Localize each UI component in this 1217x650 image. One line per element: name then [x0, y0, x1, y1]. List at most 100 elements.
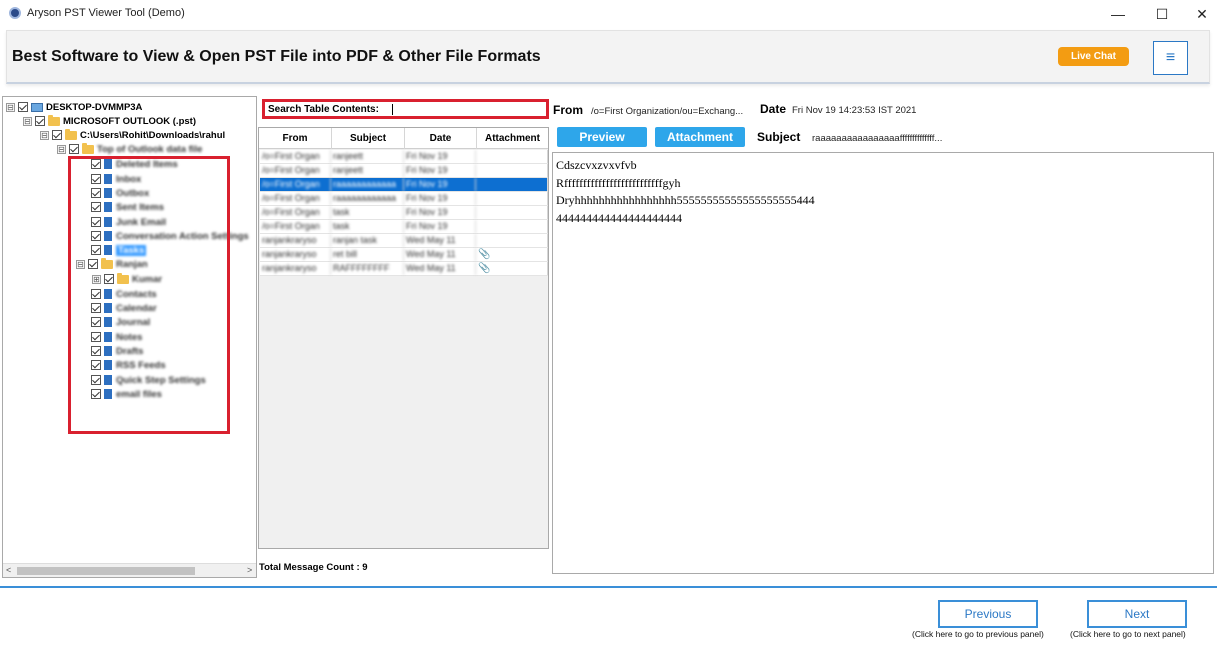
title-bar: Aryson PST Viewer Tool (Demo) — ☐ ✕ [0, 0, 1217, 28]
tree-item-desktop[interactable]: ⊟ DESKTOP-DVMMP3A [6, 100, 142, 114]
table-row[interactable]: /o=First Organ raaaaaaaaaaaa Fri Nov 19 [260, 192, 548, 206]
cell-attachment [476, 164, 548, 177]
cell-subject: task [331, 220, 404, 233]
cell-attachment [476, 178, 548, 191]
computer-icon [31, 102, 43, 112]
checkbox[interactable] [18, 102, 28, 112]
next-hint: (Click here to go to next panel) [1070, 629, 1186, 639]
column-header-attachment[interactable]: Attachment [477, 128, 548, 149]
cell-date: Wed May 11 [404, 248, 476, 261]
live-chat-button[interactable]: Live Chat [1058, 47, 1129, 66]
cell-date: Fri Nov 19 [404, 206, 476, 219]
from-label: From [553, 103, 583, 117]
checkbox[interactable] [69, 144, 79, 154]
checkbox[interactable] [35, 116, 45, 126]
tree-item-label: DESKTOP-DVMMP3A [46, 101, 143, 113]
body-line: Dryhhhhhhhhhhhhhhhhh55555555555555555555… [556, 193, 815, 207]
scroll-right-icon[interactable]: > [247, 565, 252, 575]
app-logo-icon [9, 7, 21, 19]
cell-from: /o=First Organ [260, 192, 331, 205]
cell-date: Fri Nov 19 [404, 178, 476, 191]
table-row[interactable]: /o=First Organ task Fri Nov 19 [260, 220, 548, 234]
cell-from: ranjankraryso [260, 262, 331, 275]
table-row[interactable]: ranjankraryso ret bill Wed May 11 📎 [260, 248, 548, 262]
hamburger-menu-button[interactable]: ≡ [1153, 41, 1188, 75]
message-preview[interactable]: Cdszcvxzvxvfvb Rffffffffffffffffffffffff… [552, 152, 1214, 574]
collapse-icon[interactable]: ⊟ [57, 144, 66, 154]
cell-subject: ranjeett [331, 150, 404, 163]
search-label: Search Table Contents: [268, 104, 379, 115]
table-row[interactable]: /o=First Organ task Fri Nov 19 [260, 206, 548, 220]
horizontal-scrollbar[interactable]: < > [3, 563, 256, 577]
table-row[interactable]: ranjankraryso RAFFFFFFFF Wed May 11 📎 [260, 262, 548, 276]
cell-date: Fri Nov 19 [404, 220, 476, 233]
body-line: Cdszcvxzvxvfvb [556, 158, 637, 172]
cell-from: /o=First Organ [260, 220, 331, 233]
scrollbar-thumb[interactable] [17, 567, 195, 575]
column-header-subject[interactable]: Subject [332, 128, 405, 149]
tree-item-label: MICROSOFT OUTLOOK (.pst) [63, 115, 196, 127]
cell-attachment [476, 150, 548, 163]
tree-item-top-of-data-file[interactable]: ⊟ Top of Outlook data file [57, 142, 202, 156]
previous-button[interactable]: Previous [938, 600, 1038, 628]
tree-item-label: Top of Outlook data file [97, 143, 203, 155]
maximize-button[interactable]: ☐ [1147, 4, 1177, 24]
body-line: 444444444444444444444 [556, 210, 682, 225]
app-window: Aryson PST Viewer Tool (Demo) — ☐ ✕ Best… [0, 0, 1217, 650]
collapse-icon[interactable]: ⊟ [40, 130, 49, 140]
date-label: Date [760, 102, 787, 116]
date-value: Fri Nov 19 14:23:53 IST 2021 [792, 105, 917, 116]
folder-icon [82, 142, 94, 154]
cell-attachment [476, 192, 548, 205]
scroll-left-icon[interactable]: < [6, 565, 11, 575]
column-header-from[interactable]: From [259, 128, 332, 149]
cell-attachment [476, 234, 548, 247]
cell-from: ranjankraryso [260, 234, 331, 247]
page-title: Best Software to View & Open PST File in… [12, 48, 541, 65]
folder-icon [48, 114, 60, 126]
tree-item-label: C:\Users\Rohit\Downloads\rahul [80, 129, 226, 141]
tree-item-outlook[interactable]: ⊟ MICROSOFT OUTLOOK (.pst) [23, 114, 196, 128]
cell-from: /o=First Organ [260, 206, 331, 219]
minimize-button[interactable]: — [1103, 4, 1133, 24]
folder-icon [65, 128, 77, 140]
body-line: Rffffffffffffffffffffffffffgyh [556, 175, 681, 190]
table-row[interactable]: /o=First Organ ranjeett Fri Nov 19 [260, 150, 548, 164]
cell-subject: RAFFFFFFFF [331, 262, 404, 275]
cell-attachment [476, 206, 548, 219]
cell-date: Wed May 11 [404, 262, 476, 275]
menu-icon: ≡ [1165, 49, 1176, 66]
table-row-selected[interactable]: /o=First Organ raaaaaaaaaaaa Fri Nov 19 [260, 178, 548, 192]
cell-subject: raaaaaaaaaaaa [331, 178, 404, 191]
cell-attachment [476, 220, 548, 233]
paperclip-icon: 📎 [476, 248, 548, 261]
previous-hint: (Click here to go to previous panel) [912, 629, 1044, 639]
subject-label: Subject [757, 130, 801, 144]
table-row[interactable]: ranjankraryso ranjan task Wed May 11 [260, 234, 548, 248]
checkbox[interactable] [52, 130, 62, 140]
cell-subject: ret bill [331, 248, 404, 261]
collapse-icon[interactable]: ⊟ [6, 102, 15, 112]
cell-from: /o=First Organ [260, 178, 331, 191]
cell-from: ranjankraryso [260, 248, 331, 261]
total-message-count: Total Message Count : 9 [259, 562, 368, 573]
cell-subject: task [331, 206, 404, 219]
table-row[interactable]: /o=First Organ ranjeett Fri Nov 19 [260, 164, 548, 178]
highlight-box [68, 156, 230, 434]
message-table[interactable]: From Subject Date Attachment /o=First Or… [258, 127, 549, 549]
preview-tab[interactable]: Preview [557, 127, 647, 147]
attachment-tab[interactable]: Attachment [655, 127, 745, 147]
from-value: /o=First Organization/ou=Exchang... [591, 106, 744, 117]
subject-value: raaaaaaaaaaaaaaaaffffffffffffff... [812, 133, 943, 144]
next-button[interactable]: Next [1087, 600, 1187, 628]
cell-from: /o=First Organ [260, 150, 331, 163]
close-button[interactable]: ✕ [1187, 4, 1217, 24]
collapse-icon[interactable]: ⊟ [23, 116, 32, 126]
search-input-caret[interactable] [392, 104, 393, 115]
cell-date: Fri Nov 19 [404, 164, 476, 177]
cell-from: /o=First Organ [260, 164, 331, 177]
cell-date: Fri Nov 19 [404, 150, 476, 163]
tree-item-pst-path[interactable]: ⊟ C:\Users\Rohit\Downloads\rahul [40, 128, 225, 142]
column-header-date[interactable]: Date [405, 128, 477, 149]
search-table-field[interactable]: Search Table Contents: [262, 99, 549, 119]
